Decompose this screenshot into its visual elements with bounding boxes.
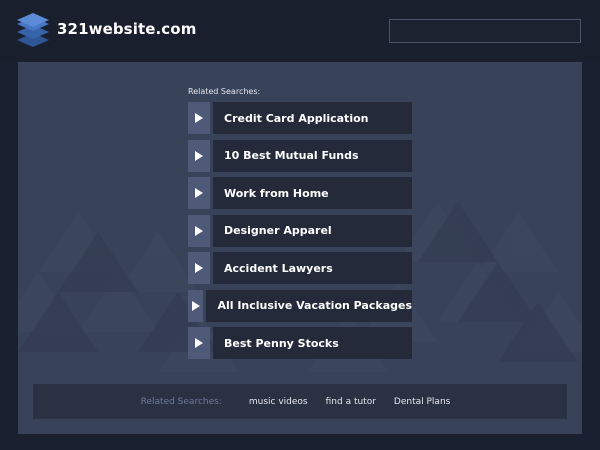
play-arrow-icon[interactable] <box>188 102 210 134</box>
result-item[interactable]: Designer Apparel <box>188 214 412 247</box>
result-link[interactable]: Designer Apparel <box>213 214 412 247</box>
footer-link[interactable]: Dental Plans <box>394 397 450 407</box>
main-panel: Related Searches: Credit Card Applicatio… <box>18 62 582 434</box>
site-header: 321website.com <box>0 0 600 62</box>
result-link[interactable]: Accident Lawyers <box>213 252 412 284</box>
play-arrow-icon[interactable] <box>188 327 210 359</box>
result-link[interactable]: Work from Home <box>213 177 412 209</box>
related-searches-heading: Related Searches: <box>188 87 261 96</box>
footer-related-label: Related Searches: <box>140 396 222 407</box>
play-arrow-icon[interactable] <box>188 289 204 322</box>
result-item[interactable]: Work from Home <box>188 177 412 209</box>
result-item[interactable]: 10 Best Mutual Funds <box>188 139 412 172</box>
footer-related-bar: Related Searches: music videos find a tu… <box>33 384 567 419</box>
site-name[interactable]: 321website.com <box>57 20 196 38</box>
play-arrow-icon[interactable] <box>188 139 210 172</box>
footer-link[interactable]: find a tutor <box>326 397 376 407</box>
results-list: Credit Card Application 10 Best Mutual F… <box>188 102 412 365</box>
result-item[interactable]: Accident Lawyers <box>188 252 412 284</box>
stacked-layers-icon[interactable] <box>16 11 50 49</box>
play-arrow-icon[interactable] <box>188 214 210 247</box>
play-arrow-icon[interactable] <box>188 252 210 284</box>
result-item[interactable]: Credit Card Application <box>188 102 412 134</box>
result-item[interactable]: All Inclusive Vacation Packages <box>188 289 412 322</box>
result-item[interactable]: Best Penny Stocks <box>188 327 412 359</box>
play-arrow-icon[interactable] <box>188 177 210 209</box>
search-input[interactable] <box>389 19 581 43</box>
result-link[interactable]: All Inclusive Vacation Packages <box>206 289 412 322</box>
result-link[interactable]: Credit Card Application <box>213 102 412 134</box>
result-link[interactable]: Best Penny Stocks <box>213 327 412 359</box>
result-link[interactable]: 10 Best Mutual Funds <box>213 139 412 172</box>
footer-link[interactable]: music videos <box>249 397 308 407</box>
